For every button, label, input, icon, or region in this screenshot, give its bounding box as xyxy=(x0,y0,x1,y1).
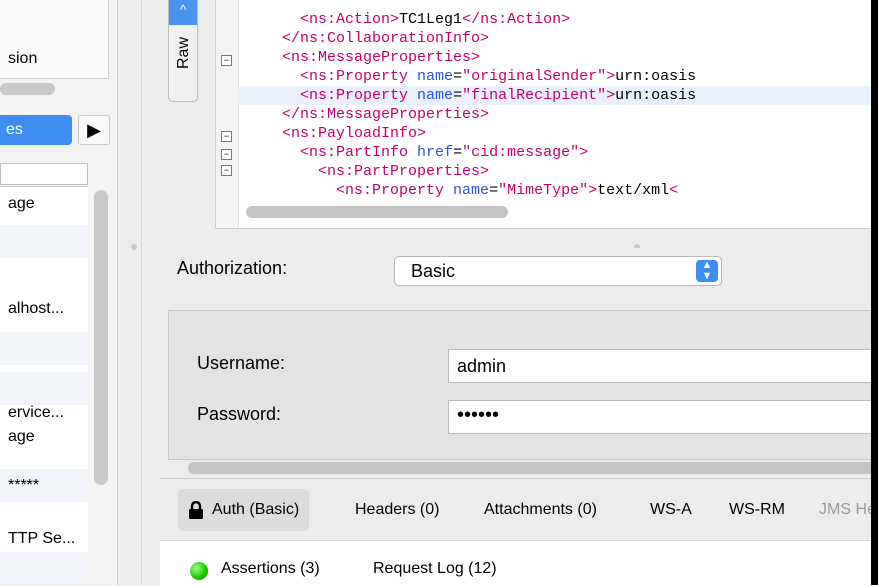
chevron-up-icon[interactable]: ^ xyxy=(169,0,197,25)
play-icon[interactable]: ▶ xyxy=(78,115,110,145)
request-log-tab[interactable]: Request Log (12) xyxy=(373,560,497,578)
editor-gutter: − − − − xyxy=(216,0,239,228)
fold-toggle-icon[interactable]: − xyxy=(221,165,232,176)
auth-panel: Authorization: Basic ▲ ▼ Username: admin … xyxy=(160,248,878,478)
navigator-tab-selected[interactable]: es xyxy=(0,115,72,145)
tab-ws-a[interactable]: WS-A xyxy=(650,489,692,531)
raw-tab-label: Raw xyxy=(175,36,192,70)
username-label: Username: xyxy=(197,353,286,373)
list-item[interactable]: ***** xyxy=(0,469,88,502)
authorization-select[interactable]: Basic ▲ ▼ xyxy=(394,256,722,286)
select-arrows-icon: ▲ ▼ xyxy=(696,260,718,282)
list-item[interactable]: alhost... xyxy=(0,292,88,325)
assertions-tab[interactable]: Assertions (3) xyxy=(221,560,320,578)
password-label: Password: xyxy=(197,404,282,424)
navigator-top-text: sion xyxy=(8,50,38,67)
code-line: <ns:MessageProperties> xyxy=(282,49,481,66)
tab-attachments[interactable]: Attachments (0) xyxy=(484,489,597,531)
navigator-top-box: sion xyxy=(0,0,109,79)
list-item[interactable] xyxy=(0,332,88,365)
code-line: <ns:PartProperties> xyxy=(318,163,490,180)
tab-headers[interactable]: Headers (0) xyxy=(355,489,439,531)
tab-ws-rm[interactable]: WS-RM xyxy=(729,489,785,531)
tab-auth[interactable]: Auth (Basic) xyxy=(178,489,310,531)
navigator-vscrollbar[interactable] xyxy=(94,190,108,485)
code-line: </ns:MessageProperties> xyxy=(282,106,490,123)
list-item[interactable] xyxy=(0,552,88,585)
window-edge xyxy=(871,0,878,585)
fold-toggle-icon[interactable]: − xyxy=(221,55,232,66)
list-item[interactable] xyxy=(0,225,88,258)
fold-toggle-icon[interactable]: − xyxy=(221,131,232,142)
auth-hscrollbar[interactable] xyxy=(188,462,878,474)
fold-toggle-icon[interactable]: − xyxy=(221,149,232,160)
authorization-value: Basic xyxy=(411,261,456,281)
list-item[interactable]: age xyxy=(0,420,88,453)
navigator-panel: sion es ▶ age alhost... ervice... age **… xyxy=(0,0,118,585)
request-tabbar: Auth (Basic) Headers (0) Attachments (0)… xyxy=(160,478,878,539)
tab-jms-headers[interactable]: JMS Hea xyxy=(819,489,878,531)
splitter[interactable] xyxy=(131,0,161,585)
navigator-hscrollbar[interactable] xyxy=(0,83,55,95)
code-line: <ns:PartInfo href="cid:message"> xyxy=(300,144,589,161)
code-line: <ns:Action>TC1Leg1</ns:Action> xyxy=(300,11,571,28)
navigator-list: age alhost... ervice... age ***** TTP Se… xyxy=(0,186,88,585)
credentials-box: Username: admin Password: •••••• xyxy=(168,310,878,460)
status-ok-icon xyxy=(190,562,208,580)
lock-icon xyxy=(189,500,203,519)
navigator-search-input[interactable] xyxy=(0,163,88,185)
code-area[interactable]: − − − − <ns:Action>TC1Leg1</ns:Action> <… xyxy=(215,0,878,229)
code-line: <ns:Property name="finalRecipient">urn:o… xyxy=(300,87,697,104)
bottom-bar: Assertions (3) Request Log (12) xyxy=(160,540,878,586)
raw-tab[interactable]: ^ Raw xyxy=(168,0,198,102)
list-item[interactable]: TTP Se... xyxy=(0,522,88,555)
code-line: <ns:Property name="originalSender">urn:o… xyxy=(300,68,697,85)
list-item[interactable]: age xyxy=(0,187,88,220)
code-line: </ns:CollaborationInfo> xyxy=(282,30,490,47)
xml-editor: ^ Raw − − − − <ns:Action>TC1Leg1</ns:Act… xyxy=(160,0,878,232)
password-field[interactable]: •••••• xyxy=(448,400,878,434)
navigator-tab-label: es xyxy=(6,121,23,138)
editor-hscrollbar[interactable] xyxy=(246,206,508,218)
code-line: <ns:Property name="MimeType">text/xml< xyxy=(336,182,679,199)
authorization-label: Authorization: xyxy=(177,258,288,278)
username-field[interactable]: admin xyxy=(448,349,878,383)
code-line: <ns:PayloadInfo> xyxy=(282,125,427,142)
